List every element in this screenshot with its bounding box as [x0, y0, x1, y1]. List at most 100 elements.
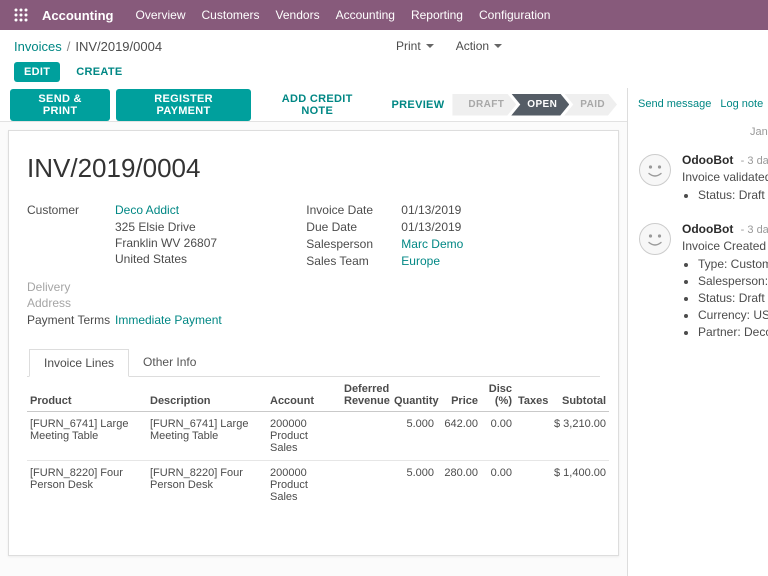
main-content: SEND & PRINT REGISTER PAYMENT ADD CREDIT…	[0, 88, 768, 576]
notebook-tabs: Invoice Lines Other Info	[27, 349, 600, 377]
tracking-item: Type: Customer Invoice	[698, 256, 768, 273]
cell-deferred-revenue	[341, 460, 391, 509]
customer-address-line: Franklin WV 26807	[115, 236, 218, 250]
col-deferred-revenue: Deferred Revenue	[341, 379, 391, 412]
invoice-sheet: INV/2019/0004 Customer Deco Addict 325 E…	[8, 130, 619, 556]
table-header-row: Product Description Account Deferred Rev…	[27, 379, 609, 412]
field-columns: Customer Deco Addict 325 Elsie Drive Fra…	[27, 202, 600, 329]
cell-description: [FURN_8220] Four Person Desk	[147, 460, 267, 509]
cell-quantity: 5.000	[391, 460, 437, 509]
col-description: Description	[147, 379, 267, 412]
message-time: - 3 days ago	[740, 224, 768, 236]
control-panel: Invoices / INV/2019/0004 Print Action ED…	[0, 30, 768, 88]
invoice-title: INV/2019/0004	[27, 153, 201, 183]
menu-overview[interactable]: Overview	[128, 0, 194, 30]
cell-account: 200000 Product Sales	[270, 418, 308, 454]
cell-description: [FURN_6741] Large Meeting Table	[150, 418, 249, 442]
form-area: SEND & PRINT REGISTER PAYMENT ADD CREDIT…	[0, 88, 628, 576]
cell-disc: 0.00	[481, 460, 515, 509]
menu-configuration[interactable]: Configuration	[471, 0, 558, 30]
tab-other-info[interactable]: Other Info	[129, 349, 210, 377]
send-print-button[interactable]: SEND & PRINT	[10, 88, 111, 121]
stage-draft[interactable]: DRAFT	[452, 94, 516, 116]
tracking-values: Type: Customer Invoice Salesperson: Marc…	[698, 256, 768, 341]
apps-grid-icon[interactable]	[8, 0, 34, 30]
tracking-item: Partner: Deco Addict	[698, 324, 768, 341]
chatter-toolbar: Send message Log note Schedule activity	[638, 98, 768, 118]
tracking-item: Currency: USD	[698, 307, 768, 324]
status-pipeline: DRAFT OPEN PAID	[452, 94, 617, 116]
payment-terms-link[interactable]: Immediate Payment	[115, 312, 222, 328]
tab-invoice-lines[interactable]: Invoice Lines	[29, 349, 130, 377]
register-payment-button[interactable]: REGISTER PAYMENT	[116, 88, 251, 121]
message-author[interactable]: OdooBot	[682, 153, 733, 167]
edit-button[interactable]: EDIT	[14, 62, 61, 82]
chatter-panel: Send message Log note Schedule activity …	[628, 88, 768, 576]
menu-accounting[interactable]: Accounting	[328, 0, 403, 30]
invoice-date-value: 01/13/2019	[401, 203, 462, 217]
menu-reporting[interactable]: Reporting	[403, 0, 471, 30]
odoobot-avatar[interactable]	[638, 153, 672, 187]
col-taxes: Taxes	[515, 379, 551, 412]
chatter-message: OdooBot - 3 days ago Invoice Created Typ…	[638, 213, 768, 350]
menu-vendors[interactable]: Vendors	[268, 0, 328, 30]
stage-paid[interactable]: PAID	[564, 94, 617, 116]
cp-dropdowns: Print Action	[396, 39, 503, 53]
cell-subtotal: $ 1,400.00	[551, 460, 609, 509]
cell-price: 642.00	[444, 418, 478, 430]
customer-label: Customer	[27, 203, 80, 217]
statusbar-buttons: SEND & PRINT REGISTER PAYMENT ADD CREDIT…	[10, 88, 453, 121]
message-text: Invoice Created	[682, 239, 767, 253]
cell-taxes	[515, 460, 551, 509]
customer-link[interactable]: Deco Addict	[115, 202, 179, 218]
caret-down-icon	[494, 44, 503, 48]
message-time: - 3 days ago	[740, 155, 768, 167]
breadcrumb-current: INV/2019/0004	[75, 38, 163, 54]
app-title[interactable]: Accounting	[42, 8, 114, 23]
table-row[interactable]: [FURN_6741] Large Meeting Table [FURN_67…	[27, 412, 609, 461]
totals-block: Untaxed Amount: $ 4,610.00 Tax: $ 0.00 T…	[365, 555, 600, 556]
cell-quantity: 5.000	[406, 418, 434, 430]
statusbar: SEND & PRINT REGISTER PAYMENT ADD CREDIT…	[0, 88, 627, 122]
menu-customers[interactable]: Customers	[194, 0, 268, 30]
invoice-lines-table: Product Description Account Deferred Rev…	[27, 379, 609, 509]
right-column: Invoice Date 01/13/2019 Due Date 01/13/2…	[296, 202, 600, 329]
salesperson-link[interactable]: Marc Demo	[401, 236, 463, 252]
customer-address-line: United States	[115, 252, 188, 266]
col-product: Product	[27, 379, 147, 412]
caret-down-icon	[425, 44, 434, 48]
left-column: Customer Deco Addict 325 Elsie Drive Fra…	[27, 202, 296, 329]
sheet-wrap: INV/2019/0004 Customer Deco Addict 325 E…	[0, 122, 627, 556]
tracking-item: Status: Draft → Open	[698, 187, 768, 204]
cell-price: 280.00	[437, 460, 481, 509]
sales-team-link[interactable]: Europe	[401, 253, 440, 269]
create-button[interactable]: CREATE	[68, 62, 130, 82]
top-navbar: Accounting Overview Customers Vendors Ac…	[0, 0, 768, 30]
print-dropdown[interactable]: Print	[396, 39, 434, 53]
message-text: Invoice validated	[682, 170, 768, 184]
col-price: Price	[437, 379, 481, 412]
preview-button[interactable]: PREVIEW	[384, 95, 453, 115]
breadcrumb-separator: /	[66, 38, 71, 54]
col-quantity: Quantity	[391, 379, 439, 412]
cell-product: [FURN_6741] Large Meeting Table	[30, 418, 129, 442]
col-disc: Disc (%)	[481, 379, 515, 412]
cell-product: [FURN_8220] Four Person Desk	[27, 460, 147, 509]
action-dropdown[interactable]: Action	[456, 39, 503, 53]
due-date-value: 01/13/2019	[401, 220, 462, 234]
salesperson-label: Salesperson	[306, 237, 374, 251]
odoobot-avatar[interactable]	[638, 222, 672, 256]
add-credit-note-button[interactable]: ADD CREDIT NOTE	[257, 89, 378, 121]
send-message-button[interactable]: Send message	[638, 98, 711, 110]
tracking-values: Status: Draft → Open	[698, 187, 768, 204]
col-account: Account	[267, 379, 341, 412]
chatter-message: OdooBot - 3 days ago Invoice validated S…	[638, 144, 768, 213]
stage-open[interactable]: OPEN	[511, 94, 569, 116]
breadcrumb-invoices[interactable]: Invoices	[14, 39, 62, 54]
table-row[interactable]: [FURN_8220] Four Person Desk [FURN_8220]…	[27, 460, 609, 509]
cell-deferred-revenue	[341, 412, 391, 461]
message-author[interactable]: OdooBot	[682, 222, 733, 236]
cell-subtotal: $ 3,210.00	[554, 418, 606, 430]
message-list: OdooBot - 3 days ago Invoice validated S…	[638, 144, 768, 350]
log-note-button[interactable]: Log note	[720, 98, 763, 110]
